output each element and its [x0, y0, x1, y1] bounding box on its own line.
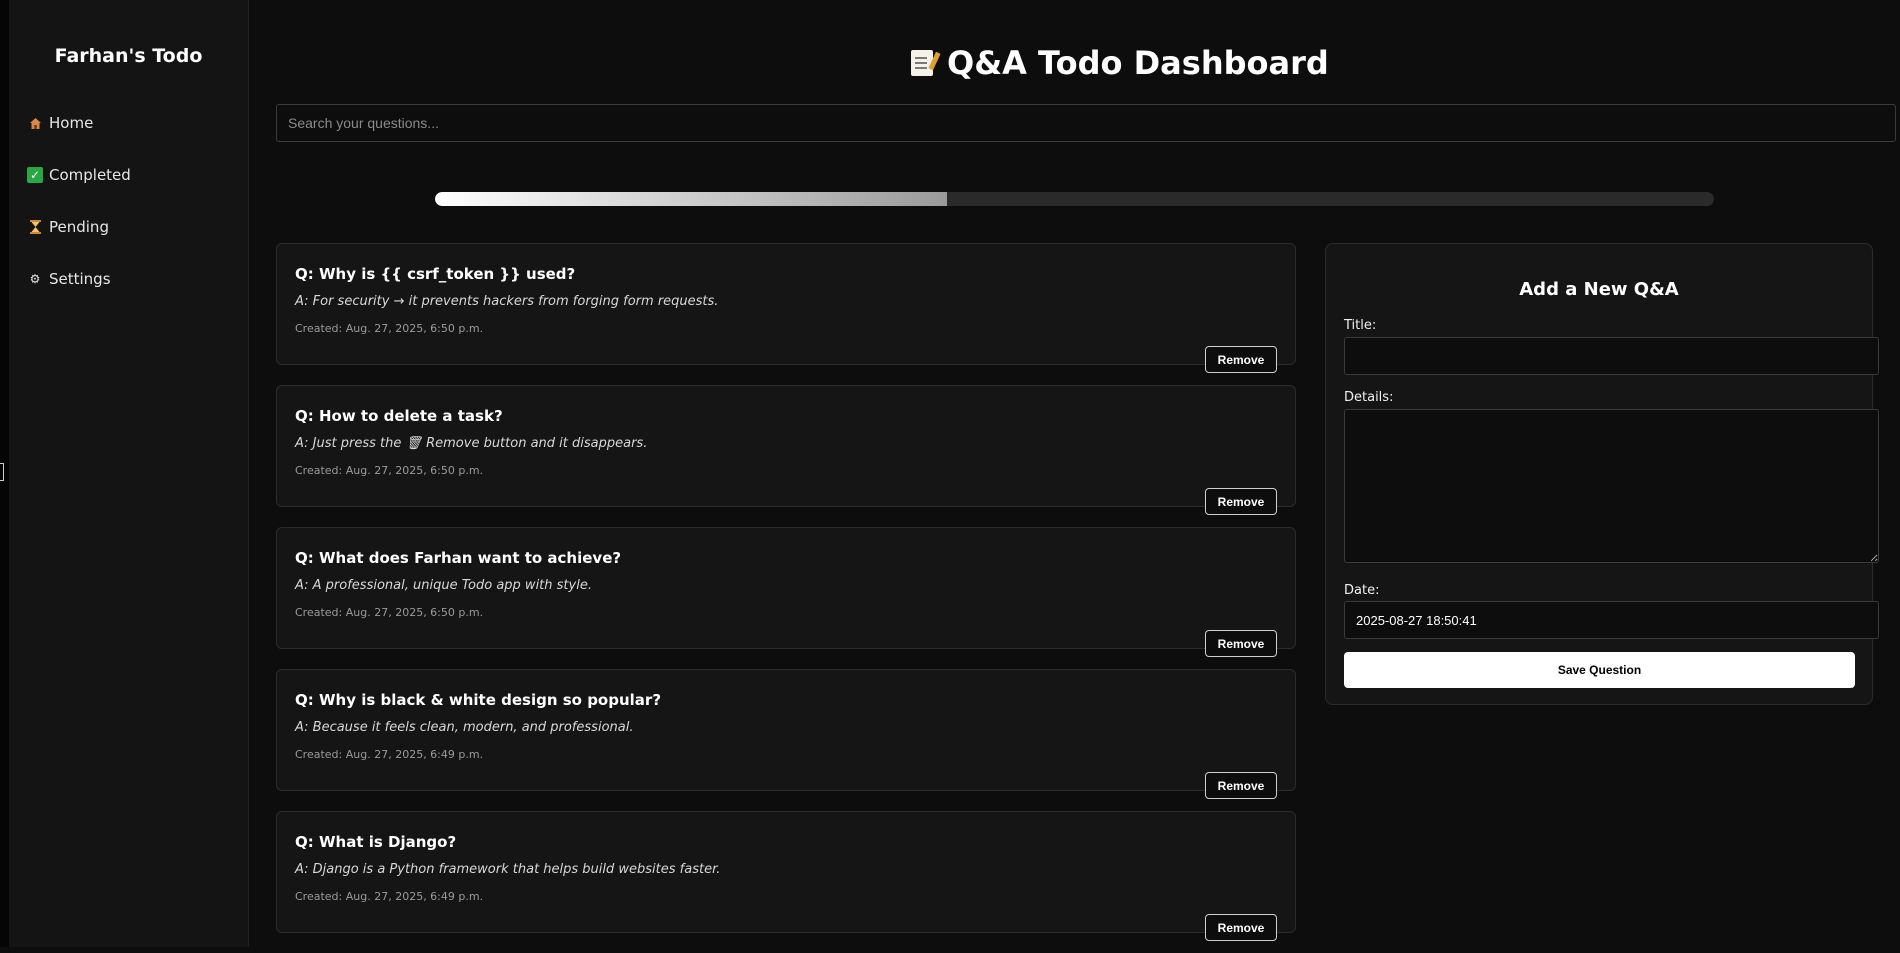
sidebar: Farhan's Todo Home ✓ Completed Pending ⚙… [9, 0, 249, 947]
created-timestamp: Created: Aug. 27, 2025, 6:50 p.m. [295, 606, 484, 619]
question-card: Q: Why is black & white design so popula… [276, 669, 1296, 799]
main-content: Q&A Todo Dashboard Q: Why is {{ csrf_tok… [248, 0, 1900, 947]
memo-icon [911, 50, 933, 76]
answer-text: A: Just press the 🗑 Remove button and it… [295, 436, 648, 451]
remove-button[interactable]: Remove [1205, 914, 1277, 941]
question-list: Q: Why is {{ csrf_token }} used? A: For … [276, 243, 1296, 953]
created-timestamp: Created: Aug. 27, 2025, 6:49 p.m. [295, 890, 484, 903]
remove-button[interactable]: Remove [1205, 488, 1277, 515]
form-title: Add a New Q&A [1519, 279, 1679, 300]
question-card: Q: What is Django? A: Django is a Python… [276, 811, 1296, 941]
hourglass-icon [27, 219, 43, 235]
created-timestamp: Created: Aug. 27, 2025, 6:49 p.m. [295, 748, 484, 761]
sidebar-item-settings[interactable]: ⚙ Settings [9, 253, 248, 305]
brand-title: Farhan's Todo [54, 45, 203, 67]
created-timestamp: Created: Aug. 27, 2025, 6:50 p.m. [295, 464, 484, 477]
sidebar-item-pending[interactable]: Pending [9, 201, 248, 253]
date-input[interactable] [1344, 601, 1879, 639]
question-card: Q: How to delete a task? A: Just press t… [276, 385, 1296, 515]
answer-text: A: Django is a Python framework that hel… [295, 862, 721, 877]
question-text: Q: What does Farhan want to achieve? [295, 549, 622, 567]
sidebar-nav: Home ✓ Completed Pending ⚙ Settings [9, 97, 248, 305]
progress-bar [435, 192, 1714, 206]
sidebar-item-home[interactable]: Home [9, 97, 248, 149]
remove-button[interactable]: Remove [1205, 772, 1277, 799]
sidebar-item-completed[interactable]: ✓ Completed [9, 149, 248, 201]
add-question-form: Add a New Q&A Title: Details: Date: Save… [1325, 243, 1879, 705]
details-textarea[interactable] [1344, 409, 1879, 563]
title-input[interactable] [1344, 337, 1879, 375]
created-timestamp: Created: Aug. 27, 2025, 6:50 p.m. [295, 322, 484, 335]
question-card: Q: Why is {{ csrf_token }} used? A: For … [276, 243, 1296, 373]
save-question-button[interactable]: Save Question [1344, 652, 1855, 688]
progress-fill [435, 192, 947, 206]
question-text: Q: What is Django? [295, 833, 457, 851]
answer-text: A: For security → it prevents hackers fr… [295, 294, 719, 309]
check-box-icon: ✓ [27, 167, 43, 183]
search-input[interactable] [276, 104, 1896, 142]
answer-text: A: Because it feels clean, modern, and p… [295, 720, 634, 735]
sidebar-item-label: Completed [49, 166, 131, 184]
date-label: Date: [1344, 583, 1380, 598]
answer-text: A: A professional, unique Todo app with … [295, 578, 592, 593]
remove-button[interactable]: Remove [1205, 346, 1277, 373]
question-text: Q: Why is {{ csrf_token }} used? [295, 265, 576, 283]
details-label: Details: [1344, 390, 1394, 405]
gear-icon: ⚙ [29, 272, 41, 286]
title-label: Title: [1344, 318, 1377, 333]
question-card: Q: What does Farhan want to achieve? A: … [276, 527, 1296, 657]
page-title: Q&A Todo Dashboard [911, 44, 1329, 82]
question-text: Q: Why is black & white design so popula… [295, 691, 662, 709]
home-icon [27, 115, 43, 131]
sidebar-item-label: Pending [49, 218, 109, 236]
question-text: Q: How to delete a task? [295, 407, 503, 425]
remove-button[interactable]: Remove [1205, 630, 1277, 657]
edge-handle-icon [0, 463, 4, 481]
sidebar-item-label: Settings [49, 270, 111, 288]
sidebar-item-label: Home [49, 114, 94, 132]
window-edge [0, 0, 9, 947]
page-title-text: Q&A Todo Dashboard [947, 44, 1329, 82]
